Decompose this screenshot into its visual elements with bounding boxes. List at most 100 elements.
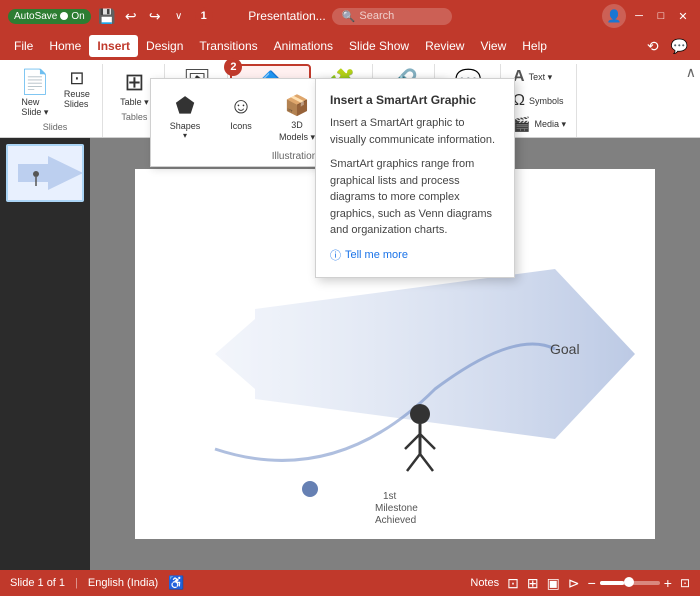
close-button[interactable]: ✕ bbox=[674, 7, 692, 25]
step1-container: 1 bbox=[195, 7, 213, 25]
accessibility-icon[interactable]: ♿ bbox=[168, 575, 184, 591]
quick-access-more[interactable]: ∨ bbox=[169, 6, 189, 26]
title-bar-right: 👤 ─ □ ✕ bbox=[464, 4, 692, 28]
menu-file[interactable]: File bbox=[6, 35, 41, 57]
view-normal-icon[interactable]: ⊡ bbox=[507, 575, 519, 592]
slide-preview-svg bbox=[8, 146, 82, 200]
tell-me-more-link[interactable]: ⓘ Tell me more bbox=[330, 247, 500, 263]
tooltip-title: Insert a SmartArt Graphic bbox=[330, 93, 500, 107]
symbols-label: Symbols bbox=[529, 96, 564, 106]
zoom-slider-fill bbox=[600, 581, 624, 585]
media-button[interactable]: 🎬 Media ▾ bbox=[509, 114, 570, 135]
tooltip-body2: SmartArt graphics range from graphical l… bbox=[330, 156, 500, 239]
reuse-slides-button[interactable]: ⊡ ReuseSlides bbox=[58, 66, 96, 111]
notes-button[interactable]: Notes bbox=[470, 577, 499, 589]
autosave-label: AutoSave bbox=[14, 11, 57, 22]
tables-buttons: ⊞ Table ▾ bbox=[114, 66, 155, 110]
step1-badge: 1 bbox=[195, 7, 213, 25]
slide-info: Slide 1 of 1 bbox=[10, 577, 65, 589]
menu-design[interactable]: Design bbox=[138, 35, 191, 57]
undo-button[interactable]: ↩ bbox=[121, 6, 141, 26]
info-icon: ⓘ bbox=[330, 247, 341, 263]
tables-group-label: Tables bbox=[121, 112, 147, 122]
icons-icon: ☺ bbox=[230, 93, 252, 119]
redo-button[interactable]: ↪ bbox=[145, 6, 165, 26]
shapes-button[interactable]: ⬟ Shapes ▾ bbox=[159, 89, 211, 147]
menu-insert[interactable]: Insert bbox=[89, 35, 138, 57]
status-right: Notes ⊡ ⊞ ▣ ⊳ − + ⊡ bbox=[470, 575, 690, 592]
title-bar: AutoSave On 💾 ↩ ↪ ∨ 1 Presentation... 🔍 … bbox=[0, 0, 700, 32]
slide-thumb-inner bbox=[8, 146, 82, 200]
ribbon-share[interactable]: ⟲ bbox=[641, 36, 665, 57]
menu-animations[interactable]: Animations bbox=[266, 35, 341, 57]
3d-models-icon: 📦 bbox=[285, 93, 310, 118]
slides-buttons: 📄 NewSlide ▾ ⊡ ReuseSlides bbox=[14, 66, 96, 120]
autosave-dot bbox=[60, 12, 68, 20]
slides-group-label: Slides bbox=[43, 122, 68, 132]
table-button[interactable]: ⊞ Table ▾ bbox=[114, 66, 155, 110]
text-button[interactable]: A Text ▾ bbox=[509, 66, 570, 88]
view-slideshow-icon[interactable]: ⊳ bbox=[568, 575, 580, 592]
zoom-out-button[interactable]: − bbox=[588, 575, 596, 591]
zoom-slider[interactable] bbox=[600, 581, 660, 585]
status-separator: | bbox=[75, 577, 78, 589]
autosave-badge[interactable]: AutoSave On bbox=[8, 9, 91, 24]
maximize-button[interactable]: □ bbox=[652, 7, 670, 25]
menu-slideshow[interactable]: Slide Show bbox=[341, 35, 417, 57]
zoom-slider-thumb[interactable] bbox=[624, 577, 634, 587]
menu-view[interactable]: View bbox=[472, 35, 514, 57]
quick-access-toolbar: 💾 ↩ ↪ ∨ bbox=[97, 6, 189, 26]
title-bar-left: AutoSave On 💾 ↩ ↪ ∨ 1 bbox=[8, 6, 236, 26]
table-icon: ⊞ bbox=[124, 68, 144, 97]
svg-text:Goal: Goal bbox=[550, 341, 580, 357]
fit-window-button[interactable]: ⊡ bbox=[680, 576, 690, 590]
shapes-icon: ⬟ bbox=[175, 93, 194, 119]
reuse-slides-label: ReuseSlides bbox=[64, 89, 90, 109]
icons-button[interactable]: ☺ Icons bbox=[215, 89, 267, 147]
filename: Presentation... bbox=[248, 9, 325, 23]
new-slide-label: NewSlide ▾ bbox=[21, 97, 48, 118]
menu-review[interactable]: Review bbox=[417, 35, 472, 57]
view-slide-sorter-icon[interactable]: ⊞ bbox=[527, 575, 539, 592]
3d-models-label: 3D bbox=[291, 120, 303, 130]
svg-text:Milestone: Milestone bbox=[375, 503, 418, 514]
save-button[interactable]: 💾 bbox=[97, 6, 117, 26]
media-icon: 🎬 bbox=[513, 116, 530, 133]
icons-label: Icons bbox=[230, 121, 252, 131]
title-bar-center: Presentation... 🔍 Search bbox=[236, 8, 464, 25]
ribbon-collapse-button[interactable]: ∧ bbox=[686, 64, 696, 81]
user-avatar[interactable]: 👤 bbox=[602, 4, 626, 28]
zoom-bar: − + bbox=[588, 575, 672, 591]
shapes-dropdown-arrow: ▾ bbox=[183, 131, 187, 140]
text-label: Text ▾ bbox=[529, 72, 553, 83]
language-indicator: English (India) bbox=[88, 577, 158, 589]
menu-help[interactable]: Help bbox=[514, 35, 555, 57]
autosave-state: On bbox=[71, 11, 84, 22]
shapes-label: Shapes bbox=[170, 121, 201, 131]
3d-models-label2: Models ▾ bbox=[279, 132, 315, 143]
menu-home[interactable]: Home bbox=[41, 35, 89, 57]
text-buttons: A Text ▾ Ω Symbols 🎬 Media ▾ bbox=[509, 66, 570, 135]
tooltip-body1: Insert a SmartArt graphic to visually co… bbox=[330, 115, 500, 148]
minimize-button[interactable]: ─ bbox=[630, 7, 648, 25]
slide-thumbnail-1[interactable]: 1 bbox=[6, 144, 84, 202]
symbols-button[interactable]: Ω Symbols bbox=[509, 90, 570, 112]
menu-transitions[interactable]: Transitions bbox=[191, 35, 265, 57]
table-label: Table ▾ bbox=[120, 97, 149, 108]
svg-text:Achieved: Achieved bbox=[375, 515, 416, 526]
search-box[interactable]: 🔍 Search bbox=[332, 8, 452, 25]
media-label: Media ▾ bbox=[534, 119, 566, 130]
ribbon-group-slides: 📄 NewSlide ▾ ⊡ ReuseSlides Slides bbox=[8, 64, 103, 137]
slide-panel: 1 bbox=[0, 138, 90, 570]
tell-me-more-label: Tell me more bbox=[345, 249, 408, 261]
smartart-tooltip: Insert a SmartArt Graphic Insert a Smart… bbox=[315, 78, 515, 278]
status-bar: Slide 1 of 1 | English (India) ♿ Notes ⊡… bbox=[0, 570, 700, 596]
ribbon-comments[interactable]: 💬 bbox=[665, 36, 694, 57]
new-slide-icon: 📄 bbox=[20, 68, 50, 97]
search-icon: 🔍 bbox=[342, 10, 356, 23]
zoom-in-button[interactable]: + bbox=[664, 575, 672, 591]
reuse-slides-icon: ⊡ bbox=[69, 68, 84, 89]
new-slide-button[interactable]: 📄 NewSlide ▾ bbox=[14, 66, 56, 120]
svg-text:1st: 1st bbox=[383, 491, 397, 502]
view-reading-icon[interactable]: ▣ bbox=[547, 575, 560, 592]
